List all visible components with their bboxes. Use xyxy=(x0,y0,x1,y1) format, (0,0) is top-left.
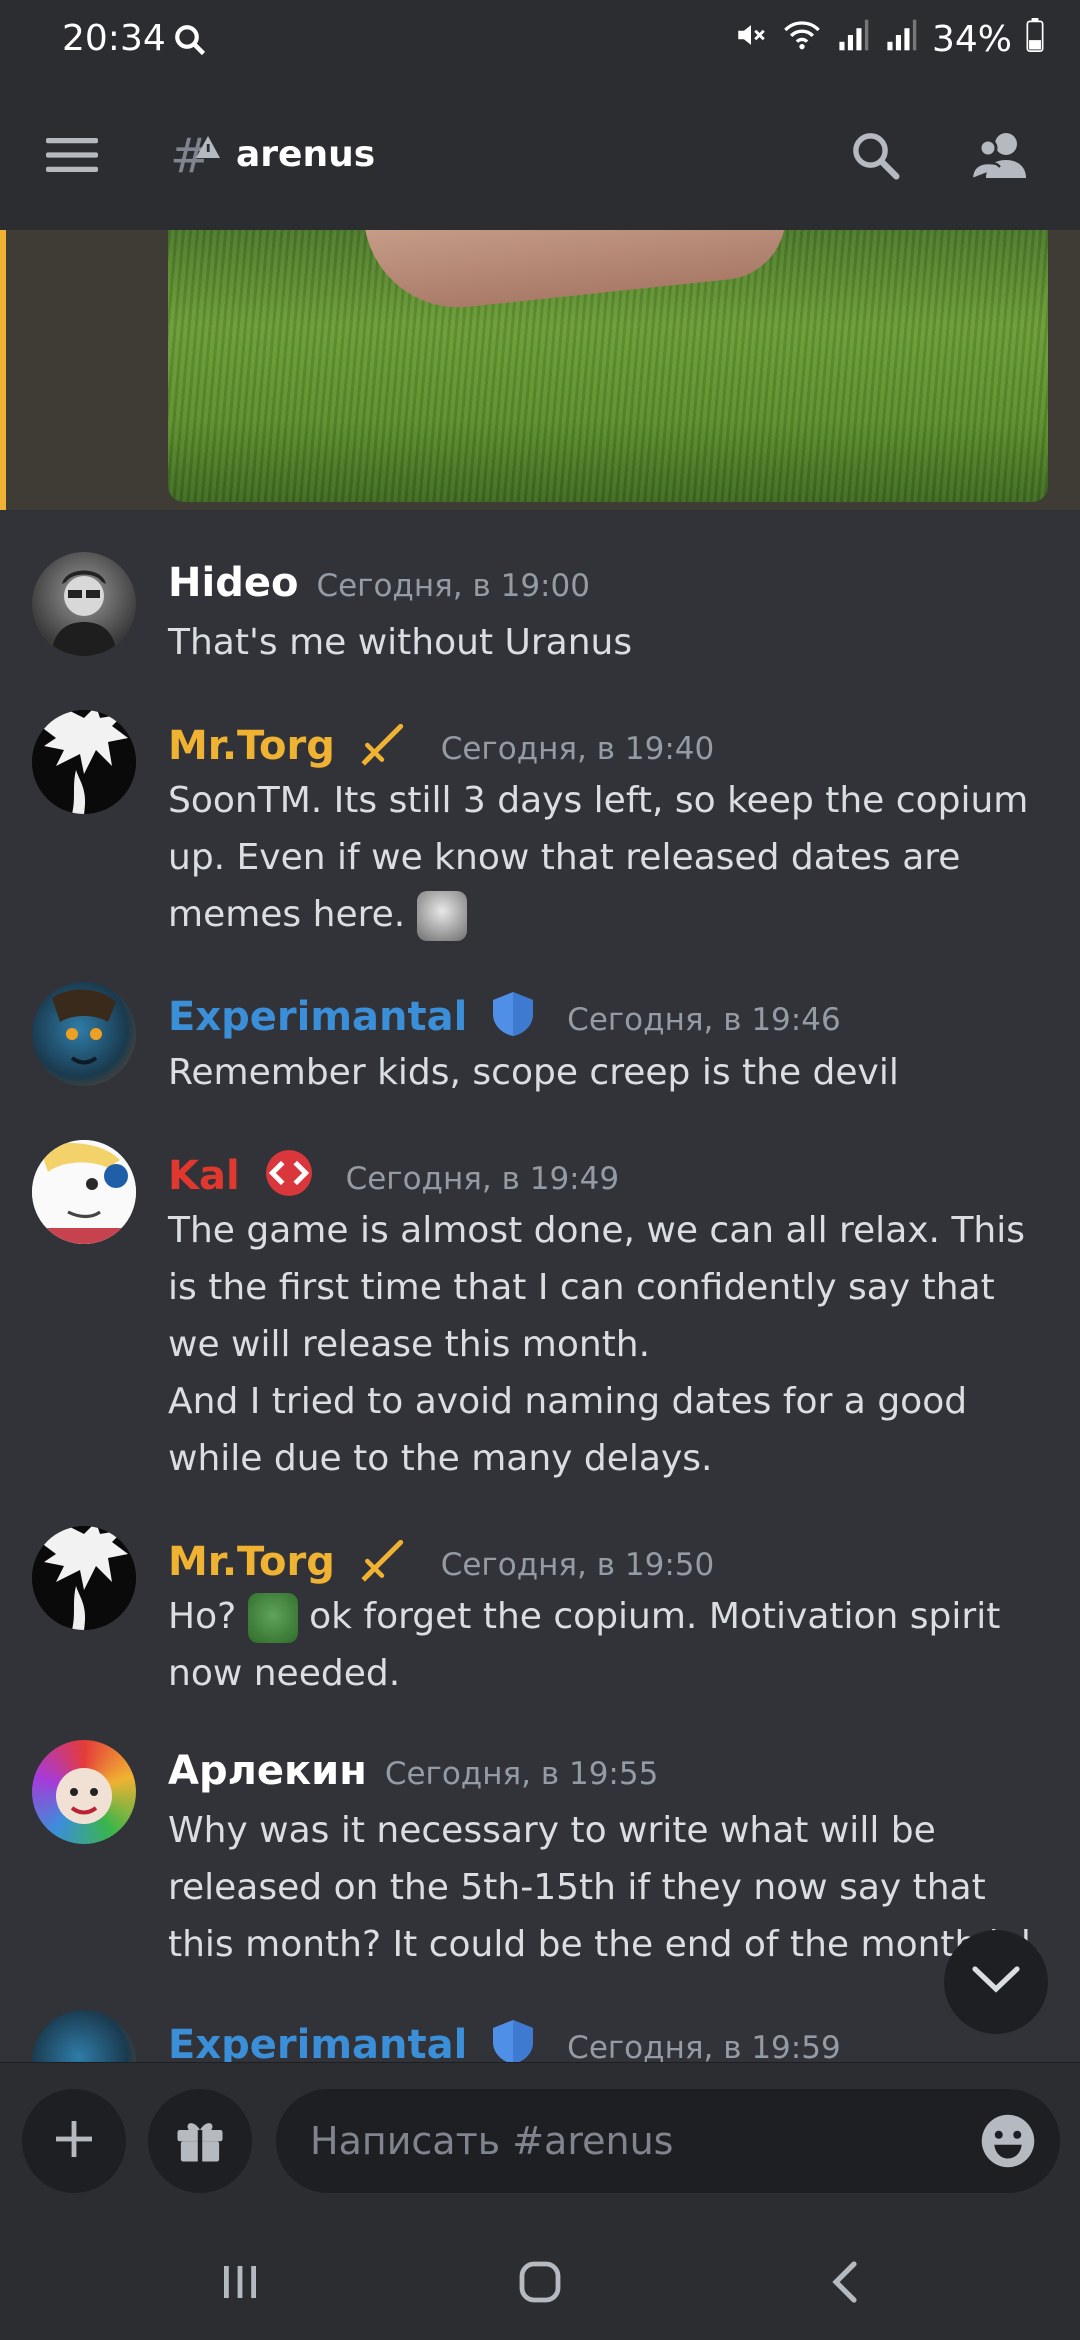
status-icons: 34% xyxy=(734,18,1044,61)
message-composer: Написать #arenus xyxy=(0,2062,1080,2221)
avatar[interactable] xyxy=(32,982,136,1086)
avatar[interactable] xyxy=(32,1526,136,1630)
back-icon[interactable] xyxy=(830,2260,860,2308)
shield-badge-icon xyxy=(491,2018,535,2062)
channel-hash-icon: # xyxy=(170,128,220,188)
message-time: Сегодня, в 19:49 xyxy=(345,1161,620,1197)
author-line: Mr.Torg Сегодня, в 19:40 xyxy=(168,718,714,778)
author-name[interactable]: Mr.Torg xyxy=(168,723,335,769)
message-input[interactable]: Написать #arenus xyxy=(276,2089,1060,2193)
author-name[interactable]: Арлекин xyxy=(168,1748,367,1794)
sword-badge-icon xyxy=(359,718,409,778)
home-icon[interactable] xyxy=(518,2260,562,2308)
embed-attachment xyxy=(0,230,1080,510)
status-time: 20:34 xyxy=(62,18,166,59)
author-name[interactable]: Hideo xyxy=(168,560,298,606)
attachment-image[interactable] xyxy=(168,230,1048,502)
mute-icon xyxy=(734,18,768,61)
jump-to-present-button[interactable] xyxy=(944,1930,1048,2034)
avatar[interactable] xyxy=(32,1140,136,1244)
author-name[interactable]: Experimantal xyxy=(168,2022,467,2062)
message-text: SoonTM. Its still 3 days left, so keep t… xyxy=(168,772,1048,943)
shield-badge-icon xyxy=(491,990,535,1048)
message-time: Сегодня, в 19:50 xyxy=(440,1547,715,1583)
avatar[interactable] xyxy=(32,710,136,814)
menu-icon[interactable] xyxy=(46,136,98,178)
author-line: Арлекин Сегодня, в 19:55 xyxy=(168,1748,658,1794)
recent-apps-icon[interactable] xyxy=(220,2262,260,2306)
channel-title: arenus xyxy=(236,134,376,175)
battery-icon xyxy=(1026,18,1044,61)
author-line: Hideo Сегодня, в 19:00 xyxy=(168,560,590,606)
emoji-picker-icon[interactable] xyxy=(978,2111,1038,2175)
author-name[interactable]: Kal xyxy=(168,1153,240,1199)
avatar[interactable] xyxy=(32,1740,136,1844)
custom-emoji-pepe xyxy=(247,1593,298,1643)
search-icon xyxy=(172,22,208,67)
system-nav-bar xyxy=(0,2220,1080,2340)
author-name[interactable]: Mr.Torg xyxy=(168,1539,335,1585)
message-text: Remember kids, scope creep is the devil xyxy=(168,1052,899,1093)
message-text: That's me without Uranus xyxy=(168,622,633,663)
custom-emoji-face xyxy=(416,891,467,941)
chevron-down-icon xyxy=(971,1965,1021,1999)
embed-accent-bar xyxy=(0,230,6,510)
search-icon[interactable] xyxy=(848,128,902,186)
members-icon[interactable] xyxy=(970,130,1030,184)
signal-icon-1 xyxy=(836,18,870,61)
author-line: Experimantal Сегодня, в 19:46 xyxy=(168,990,841,1048)
message-time: Сегодня, в 19:59 xyxy=(567,2030,841,2062)
author-name[interactable]: Experimantal xyxy=(168,994,467,1040)
message-text: The game is almost done, we can all rela… xyxy=(168,1210,1026,1479)
add-attachment-button[interactable] xyxy=(22,2089,126,2193)
attachment-image-hand xyxy=(364,230,792,317)
developer-badge-icon xyxy=(264,1148,314,1208)
plus-icon xyxy=(52,2117,96,2165)
message-input-placeholder: Написать #arenus xyxy=(310,2119,674,2163)
sword-badge-icon xyxy=(359,1534,409,1594)
gift-icon xyxy=(173,2112,227,2170)
avatar[interactable] xyxy=(32,552,136,656)
battery-level: 34% xyxy=(931,19,1012,60)
wifi-icon xyxy=(782,18,822,61)
channel-header: # arenus xyxy=(0,80,1080,231)
message-time: Сегодня, в 19:40 xyxy=(440,731,715,767)
message-list[interactable]: Hideo Сегодня, в 19:00 That's me without … xyxy=(0,510,1080,2062)
message-text: Ho? ok forget the copium. Motivation spi… xyxy=(168,1588,1048,1702)
message-time: Сегодня, в 19:46 xyxy=(567,1002,841,1038)
gift-button[interactable] xyxy=(148,2089,252,2193)
signal-icon-2 xyxy=(884,18,918,61)
message-time: Сегодня, в 19:55 xyxy=(384,1756,659,1792)
message-time: Сегодня, в 19:00 xyxy=(316,568,590,604)
author-line: Kal Сегодня, в 19:49 xyxy=(168,1148,619,1208)
avatar[interactable] xyxy=(32,2010,136,2062)
status-bar: 20:34 34% xyxy=(0,0,1080,80)
message-text: Why was it necessary to write what will … xyxy=(168,1810,1043,1965)
author-line: Mr.Torg Сегодня, в 19:50 xyxy=(168,1534,714,1594)
author-line: Experimantal Сегодня, в 19:59 xyxy=(168,2018,841,2062)
